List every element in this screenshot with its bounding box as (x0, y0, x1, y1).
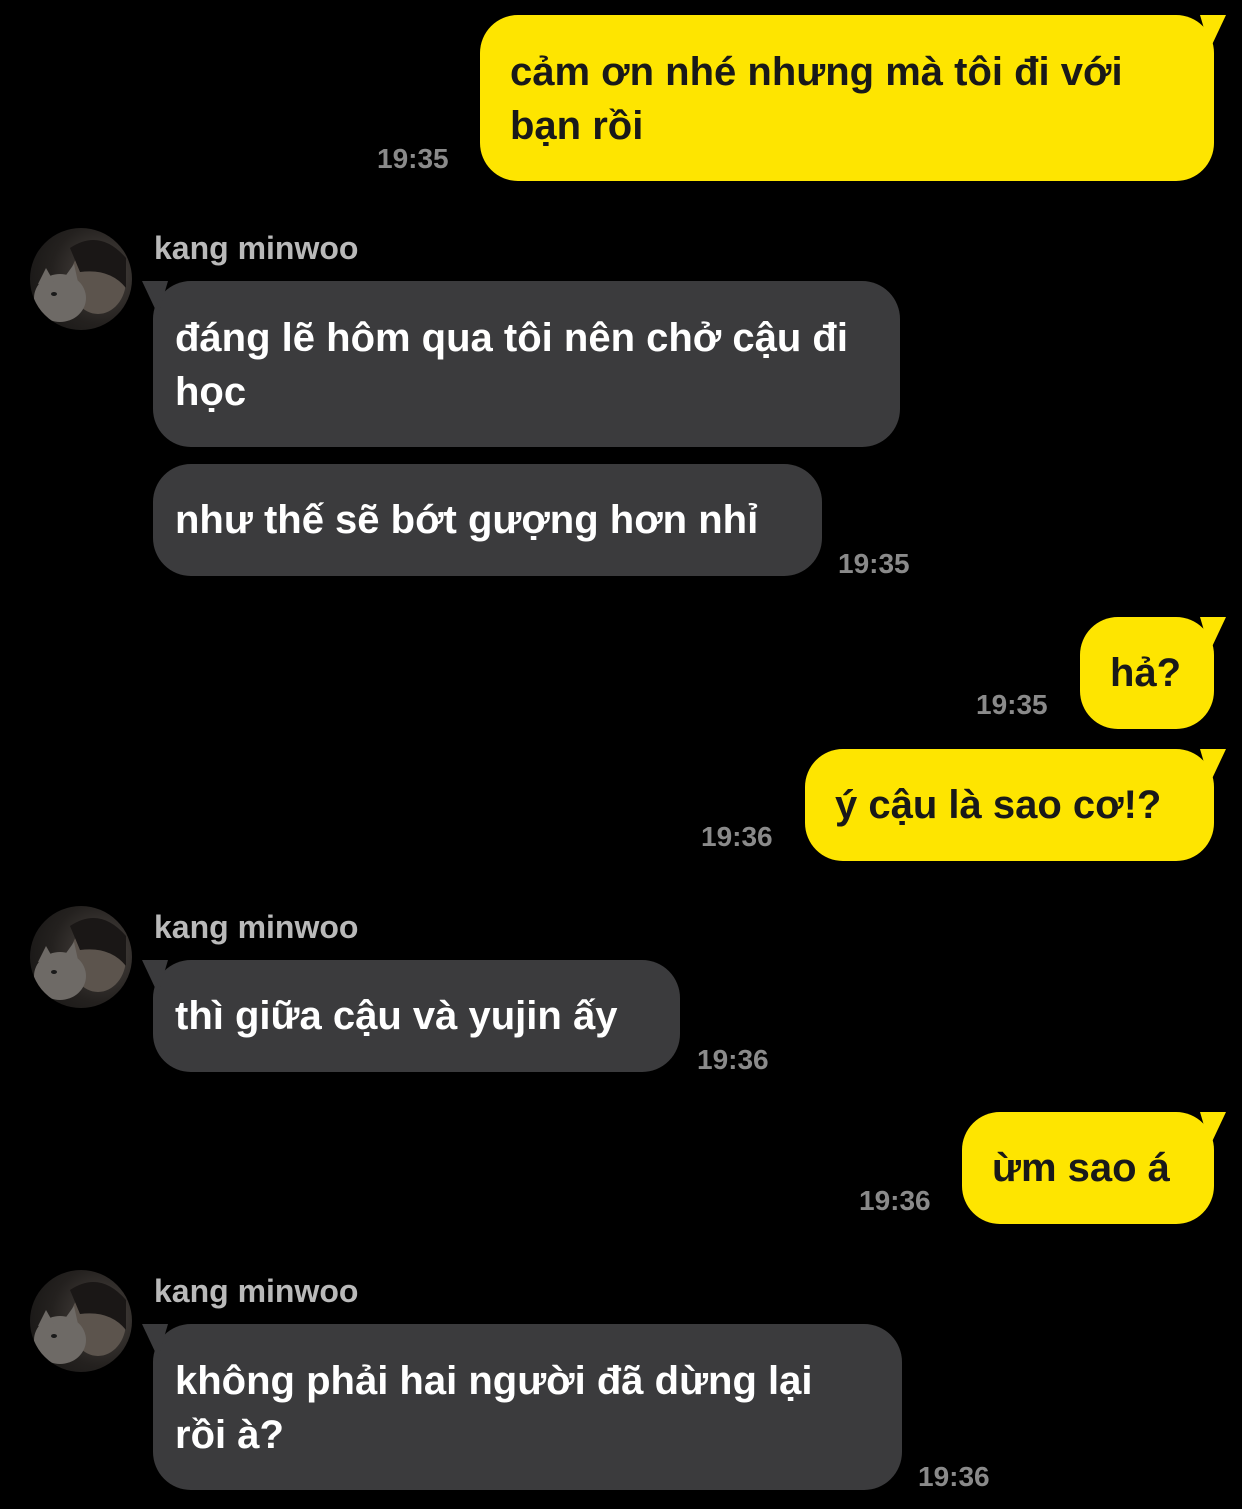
incoming-message-bubble[interactable]: như thế sẽ bớt gượng hơn nhỉ (153, 464, 822, 576)
sender-name: kang minwoo (154, 230, 359, 266)
message-timestamp: 19:35 (377, 143, 449, 174)
outgoing-message-bubble[interactable]: cảm ơn nhé nhưng mà tôi đi với bạn rồi (480, 15, 1226, 181)
sender-name: kang minwoo (154, 909, 359, 945)
message-text: ý cậu là sao cơ!? (835, 783, 1162, 827)
incoming-message-bubble[interactable]: không phải hai người đã dừng lại rồi à? (142, 1324, 902, 1490)
message-timestamp: 19:35 (838, 548, 910, 579)
message-text: thì giữa cậu và yujin ấy (175, 994, 618, 1038)
message-text: hả? (1110, 651, 1182, 695)
profile-photo-cat-icon (34, 918, 126, 1000)
outgoing-message-bubble[interactable]: ừm sao á (962, 1112, 1226, 1224)
bubble-tail-icon (142, 1324, 168, 1358)
profile-photo-cat-icon (34, 240, 126, 322)
bubble-tail-icon (142, 281, 168, 315)
bubble-tail-icon (1200, 749, 1226, 783)
message-text: cảm ơn nhé nhưng mà tôi đi với bạn rồi (510, 50, 1123, 148)
avatar[interactable] (30, 1270, 132, 1372)
message-timestamp: 19:36 (859, 1185, 931, 1216)
bubble-tail-icon (1200, 15, 1226, 49)
sender-name: kang minwoo (154, 1273, 359, 1309)
message-timestamp: 19:36 (701, 821, 773, 852)
profile-photo-cat-icon (34, 1282, 126, 1364)
avatar[interactable] (30, 906, 132, 1008)
message-text: không phải hai người đã dừng lại rồi à? (175, 1359, 813, 1457)
bubble-tail-icon (1200, 617, 1226, 651)
message-timestamp: 19:36 (697, 1044, 769, 1075)
outgoing-message-bubble[interactable]: hả? (1080, 617, 1226, 729)
message-text: đáng lẽ hôm qua tôi nên chở cậu đi học (175, 316, 848, 414)
incoming-message-bubble[interactable]: thì giữa cậu và yujin ấy (142, 960, 680, 1072)
bubble-tail-icon (1200, 1112, 1226, 1146)
message-text: ừm sao á (992, 1146, 1170, 1190)
message-timestamp: 19:35 (976, 689, 1048, 720)
message-timestamp: 19:36 (918, 1461, 990, 1492)
message-text: như thế sẽ bớt gượng hơn nhỉ (175, 498, 759, 542)
avatar[interactable] (30, 228, 132, 330)
incoming-message-bubble[interactable]: đáng lẽ hôm qua tôi nên chở cậu đi học (142, 281, 900, 447)
outgoing-message-bubble[interactable]: ý cậu là sao cơ!? (805, 749, 1226, 861)
bubble-tail-icon (142, 960, 168, 994)
